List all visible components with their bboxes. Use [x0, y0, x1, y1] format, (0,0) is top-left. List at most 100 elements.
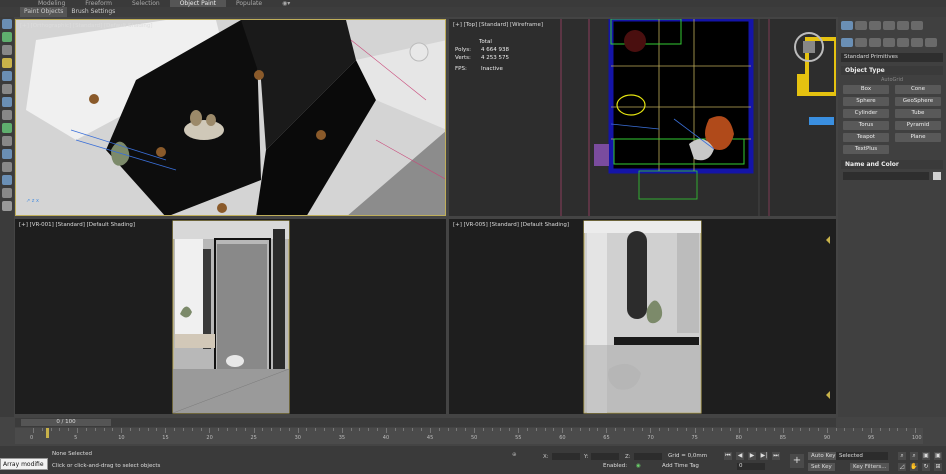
pan-icon[interactable]: ✋ [910, 463, 918, 471]
x-field[interactable] [551, 453, 580, 460]
zoom-extents-icon[interactable]: ▣ [922, 452, 930, 460]
select-tool-icon[interactable] [2, 19, 12, 29]
goto-start-icon[interactable]: ⏮ [724, 452, 732, 460]
modify-tab-icon[interactable] [855, 21, 867, 30]
systems-icon[interactable] [925, 38, 937, 47]
time-slider[interactable]: 0 / 100 [15, 418, 836, 427]
render-icon[interactable] [2, 188, 12, 198]
track-tick [756, 428, 758, 431]
viewport-camera-vr005[interactable]: [+] [VR-005] [Standard] [Default Shading… [449, 219, 836, 414]
box-button[interactable]: Box [843, 85, 889, 94]
autogrid-checkbox[interactable]: AutoGrid [841, 77, 943, 83]
object-name-field[interactable] [843, 172, 930, 180]
name-color-header[interactable]: Name and Color [841, 160, 943, 169]
tab-populate[interactable]: Populate [226, 0, 272, 7]
tube-button[interactable]: Tube [895, 109, 941, 118]
unlink-tool-icon[interactable] [2, 45, 12, 55]
hierarchy-tab-icon[interactable] [869, 21, 881, 30]
plane-button[interactable]: Plane [895, 133, 941, 142]
cameras-icon[interactable] [883, 38, 895, 47]
enabled-toggle-icon[interactable]: ◉ [636, 463, 641, 469]
zoom-extents-all-icon[interactable]: ▣ [934, 452, 942, 460]
geosphere-button[interactable]: GeoSphere [895, 97, 941, 106]
key-filters-button[interactable]: Key Filters... [850, 463, 890, 471]
viewport-label-top[interactable]: [+] [Top] [Standard] [Wireframe] [453, 22, 543, 28]
track-tick [703, 428, 705, 431]
tab-object-paint[interactable]: Object Paint [169, 0, 226, 7]
set-key-big-icon[interactable]: + [790, 454, 804, 468]
viewport-top[interactable]: [+] [Top] [Standard] [Wireframe] Total P… [449, 19, 836, 216]
maxscript-listener-field[interactable]: Array modifie [0, 458, 48, 470]
viewport-label-vr005[interactable]: [+] [VR-005] [Standard] [Default Shading… [453, 222, 569, 228]
object-type-header[interactable]: Object Type [841, 66, 943, 75]
render-setup-icon[interactable] [2, 175, 12, 185]
viewport-label-vr001[interactable]: [+] [VR-001] [Standard] [Default Shading… [19, 222, 135, 228]
lights-icon[interactable] [869, 38, 881, 47]
current-frame-marker[interactable] [46, 428, 49, 438]
cone-button[interactable]: Cone [895, 85, 941, 94]
bind-tool-icon[interactable] [2, 58, 12, 68]
spacewarps-icon[interactable] [911, 38, 923, 47]
snap-tool-icon[interactable] [2, 110, 12, 120]
move-tool-icon[interactable] [2, 71, 12, 81]
ribbon-options-icon[interactable]: ◉▾ [272, 0, 300, 7]
add-time-tag[interactable]: Add Time Tag [662, 463, 699, 469]
tab-selection[interactable]: Selection [122, 0, 170, 7]
goto-end-icon[interactable]: ⏭ [772, 452, 780, 460]
viewport-label-orthographic[interactable]: [+] [Orthographic] [Standard] [Default S… [20, 23, 152, 29]
track-bar[interactable]: 0 5 10 15 20 25 30 35 40 45 50 55 60 65 70 75 80 85 90 95 10… [15, 428, 923, 444]
primitive-category-dropdown[interactable]: Standard Primitives [841, 53, 943, 62]
cylinder-button[interactable]: Cylinder [843, 109, 889, 118]
track-tick [817, 428, 819, 431]
brush-settings-button[interactable]: Brush Settings [67, 7, 119, 17]
link-tool-icon[interactable] [2, 32, 12, 42]
align-tool-icon[interactable] [2, 136, 12, 146]
shapes-icon[interactable] [855, 38, 867, 47]
z-field[interactable] [633, 453, 662, 460]
track-tick [376, 428, 378, 431]
prev-frame-icon[interactable]: ◀ [736, 452, 744, 460]
auto-key-button[interactable]: Auto Key [808, 452, 839, 460]
track-tick [509, 428, 511, 431]
zoom-icon[interactable]: ⌕ [898, 452, 906, 460]
material-editor-icon[interactable] [2, 162, 12, 172]
motion-tab-icon[interactable] [883, 21, 895, 30]
track-tick [244, 428, 246, 431]
set-key-button[interactable]: Set Key [808, 463, 835, 471]
geometry-icon[interactable] [841, 38, 853, 47]
helpers-icon[interactable] [897, 38, 909, 47]
display-tab-icon[interactable] [897, 21, 909, 30]
object-color-swatch[interactable] [933, 172, 941, 180]
fov-icon[interactable]: ◿ [898, 463, 906, 471]
track-tick [156, 428, 158, 431]
current-frame-field[interactable]: 0 [737, 463, 765, 470]
orbit-icon[interactable]: ↻ [922, 463, 930, 471]
textplus-button[interactable]: TextPlus [843, 145, 889, 154]
torus-button[interactable]: Torus [843, 121, 889, 130]
time-slider-knob[interactable]: 0 / 100 [21, 419, 111, 426]
sphere-button[interactable]: Sphere [843, 97, 889, 106]
viewport-camera-vr001[interactable]: [+] [VR-001] [Standard] [Default Shading… [15, 219, 446, 414]
play-icon[interactable]: ▶ [748, 452, 756, 460]
key-mode-dropdown[interactable]: Selected [836, 452, 888, 460]
scale-tool-icon[interactable] [2, 97, 12, 107]
track-tick [350, 428, 352, 431]
next-frame-icon[interactable]: ▶| [760, 452, 768, 460]
maximize-viewport-icon[interactable]: ⊞ [934, 463, 942, 471]
create-tab-icon[interactable] [841, 21, 853, 30]
rotate-tool-icon[interactable] [2, 84, 12, 94]
lock-icon[interactable]: ⊕ [512, 452, 517, 458]
utilities-tab-icon[interactable] [911, 21, 923, 30]
help-icon[interactable] [2, 201, 12, 211]
teapot-button[interactable]: Teapot [843, 133, 889, 142]
track-tick [41, 428, 43, 431]
layer-tool-icon[interactable] [2, 149, 12, 159]
y-field[interactable] [591, 453, 620, 460]
paint-objects-button[interactable]: Paint Objects [20, 7, 68, 17]
viewport-orthographic[interactable]: [+] [Orthographic] [Standard] [Default S… [15, 19, 446, 216]
zoom-all-icon[interactable]: ⌕ [910, 452, 918, 460]
mirror-tool-icon[interactable] [2, 123, 12, 133]
tab-modeling[interactable]: Modeling [28, 0, 75, 7]
pyramid-button[interactable]: Pyramid [895, 121, 941, 130]
tab-freeform[interactable]: Freeform [75, 0, 122, 7]
